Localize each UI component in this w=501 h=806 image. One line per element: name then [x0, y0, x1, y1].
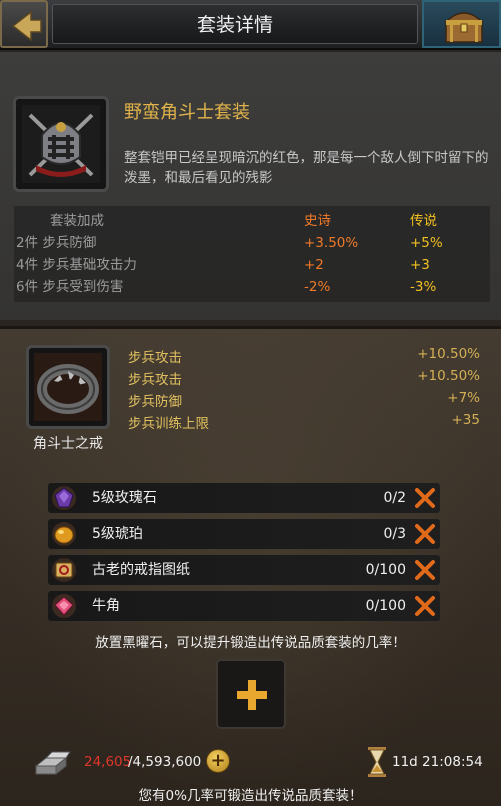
item-stat-row: 步兵攻击 +10.50% [128, 368, 480, 390]
iron-ingot-icon [34, 751, 71, 776]
stat-name: 步兵攻击 [128, 350, 182, 366]
bonus-legend-value: +3 [410, 257, 430, 273]
material-row[interactable]: 牛角 0/100 [48, 591, 440, 621]
bonus-header-legend: 传说 [410, 213, 437, 229]
back-button[interactable] [0, 0, 48, 48]
material-name: 牛角 [92, 598, 120, 614]
obsidian-hint: 放置黑曜石，可以提升锻造出传说品质套装的几率！ [95, 635, 406, 651]
stat-value: +7% [447, 390, 480, 406]
material-count: 0/2 [383, 490, 406, 506]
chest-button[interactable] [422, 0, 501, 48]
hourglass-icon [368, 747, 386, 777]
resource-bar: 24,605 /4,593,600 + 11d 21:08:54 [28, 746, 488, 778]
item-stat-row: 步兵防御 +7% [128, 390, 480, 412]
set-icon-frame[interactable] [13, 96, 109, 192]
amber-icon [52, 522, 76, 546]
stat-value: +10.50% [417, 368, 480, 384]
forge-timer: 11d 21:08:54 [392, 754, 483, 770]
plus-icon [237, 680, 267, 710]
material-count: 0/100 [365, 562, 406, 578]
bonus-epic-value: -2% [304, 279, 331, 295]
legend-chance-text: 您有0%几率可锻造出传说品质套装！ [138, 788, 363, 804]
material-count: 0/3 [383, 526, 406, 542]
treasure-chest-icon [444, 12, 484, 43]
resource-max: /4,593,600 [128, 754, 202, 770]
add-obsidian-button[interactable] [216, 659, 286, 729]
plus-icon: + [210, 750, 226, 771]
ring-blueprint-icon [52, 558, 76, 582]
material-row[interactable]: 5级玫瑰石 0/2 [48, 483, 440, 513]
top-bar: 套装详情 [0, 0, 501, 50]
forge-panel: 角斗士之戒 步兵攻击 +10.50% 步兵攻击 +10.50% 步兵防御 +7%… [0, 326, 501, 806]
bonus-epic-value: +2 [304, 257, 324, 273]
material-row[interactable]: 5级琥珀 0/3 [48, 519, 440, 549]
bonus-label: 4件 步兵基础攻击力 [16, 257, 137, 273]
ring-icon-frame[interactable] [26, 345, 110, 429]
set-name: 野蛮角斗士套装 [124, 102, 250, 123]
bonus-row: 4件 步兵基础攻击力 +2 +3 [14, 254, 490, 276]
bonus-legend-value: -3% [410, 279, 437, 295]
stat-name: 步兵攻击 [128, 372, 182, 388]
bonus-label: 6件 步兵受到伤害 [16, 279, 124, 295]
bonus-label: 2件 步兵防御 [16, 235, 97, 251]
item-stat-row: 步兵训练上限 +35 [128, 412, 480, 434]
bonus-row: 2件 步兵防御 +3.50% +5% [14, 232, 490, 254]
material-name: 5级琥珀 [92, 526, 143, 542]
item-name: 角斗士之戒 [33, 436, 103, 452]
set-description: 整套铠甲已经呈现暗沉的红色，那是每一个敌人倒下时留下的泼墨，和最后看见的残影 [124, 150, 489, 186]
bonus-header-epic: 史诗 [304, 213, 331, 229]
gladiator-armor-icon [22, 105, 100, 183]
buy-resource-button[interactable]: + [206, 749, 230, 773]
material-row[interactable]: 古老的戒指图纸 0/100 [48, 555, 440, 585]
missing-x-icon [415, 488, 435, 508]
ox-horn-icon [52, 594, 76, 618]
item-stat-row: 步兵攻击 +10.50% [128, 346, 480, 368]
bonus-header-row: 套装加成 史诗 传说 [14, 210, 490, 232]
stat-value: +35 [451, 412, 481, 428]
resource-current: 24,605 [84, 754, 132, 770]
set-bonus-table: 套装加成 史诗 传说 2件 步兵防御 +3.50% +5% 4件 步兵基础攻击力… [14, 206, 490, 302]
bonus-legend-value: +5% [410, 235, 443, 251]
stat-name: 步兵防御 [128, 394, 182, 410]
stat-name: 步兵训练上限 [128, 416, 209, 432]
material-name: 5级玫瑰石 [92, 490, 157, 506]
bonus-row: 6件 步兵受到伤害 -2% -3% [14, 276, 490, 298]
rose-stone-icon [52, 486, 76, 510]
page-title: 套装详情 [52, 4, 418, 44]
missing-x-icon [415, 560, 435, 580]
material-name: 古老的戒指图纸 [92, 562, 190, 578]
missing-x-icon [415, 524, 435, 544]
material-count: 0/100 [365, 598, 406, 614]
gladiator-ring-icon [34, 353, 102, 421]
back-arrow-icon [11, 10, 42, 42]
missing-x-icon [415, 596, 435, 616]
stat-value: +10.50% [417, 346, 480, 362]
bonus-header-label: 套装加成 [50, 213, 104, 229]
bonus-epic-value: +3.50% [304, 235, 359, 251]
set-panel: 野蛮角斗士套装 整套铠甲已经呈现暗沉的红色，那是每一个敌人倒下时留下的泼墨，和最… [0, 52, 501, 320]
